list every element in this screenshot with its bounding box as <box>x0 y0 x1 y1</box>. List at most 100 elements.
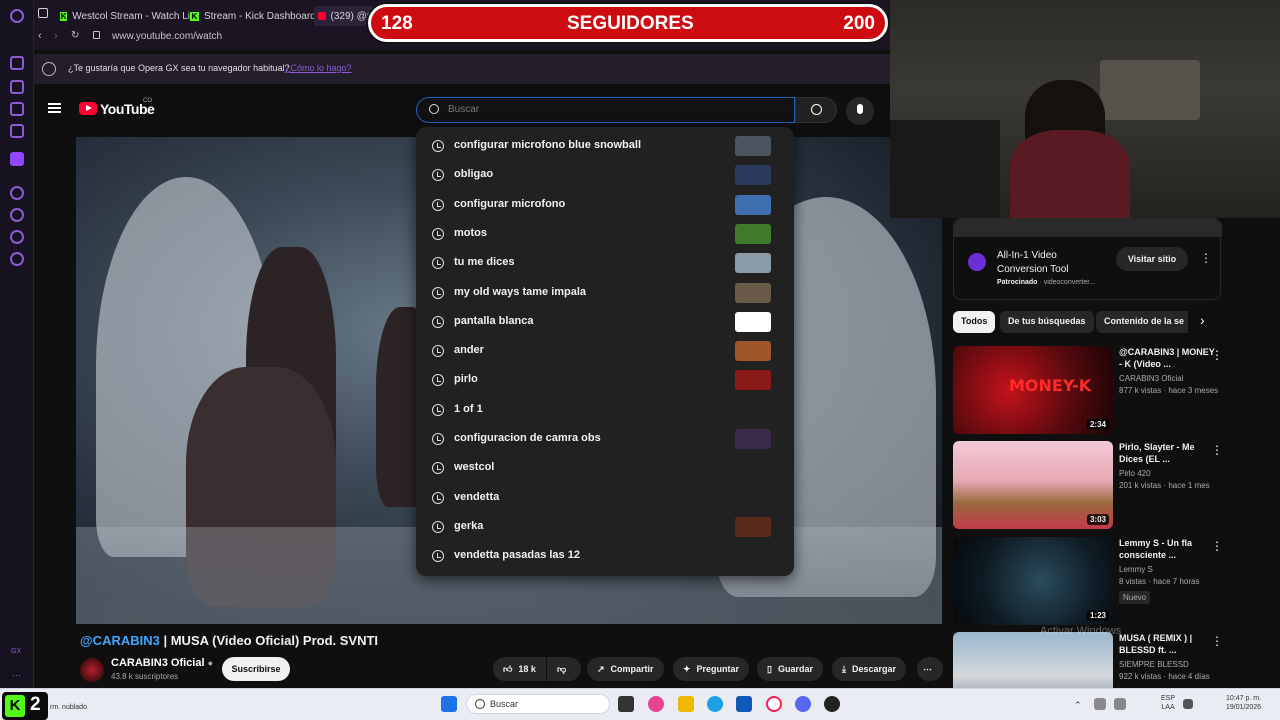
chip-todos[interactable]: Todos <box>953 311 996 333</box>
task-view-icon[interactable] <box>618 696 634 712</box>
chip-contenido[interactable]: Contenido de la se <box>1096 311 1188 333</box>
search-suggestion[interactable]: 1 of 1 <box>416 396 794 425</box>
subscribe-button[interactable]: Suscribirse <box>222 657 290 681</box>
menu-icon[interactable] <box>48 103 61 113</box>
channel-name[interactable]: CARABIN3 Oficial <box>1119 374 1183 383</box>
ad-card[interactable]: All-In-1 Video Conversion Tool Patrocina… <box>953 218 1222 300</box>
search-suggestion[interactable]: obligao <box>416 161 794 190</box>
search-suggestion[interactable]: configurar microfono blue snowball <box>416 132 794 161</box>
search-input[interactable]: Buscar <box>416 97 795 123</box>
search-suggestion[interactable]: configurar microfono <box>416 191 794 220</box>
tab-manager-icon[interactable] <box>38 8 48 18</box>
settings-icon[interactable] <box>10 252 24 266</box>
recommended-video[interactable]: MONEY-K 2:34 @CARABIN3 | MONEY - K (Video … <box>953 346 1269 434</box>
search-suggestion[interactable]: my old ways tame impala <box>416 279 794 308</box>
search-suggestion[interactable]: gerka <box>416 513 794 542</box>
forward-icon[interactable]: › <box>54 30 58 42</box>
tab-kick-dashboard[interactable]: K Stream - Kick Dashboard <box>190 6 320 26</box>
dislike-button[interactable]: 👎︎ <box>547 657 581 681</box>
search-suggestion[interactable]: vendetta pasadas las 12 <box>416 542 794 571</box>
file-explorer-icon[interactable] <box>678 696 694 712</box>
search-suggestion[interactable]: pantalla blanca <box>416 308 794 337</box>
more-actions-button[interactable]: ⋯ <box>917 657 943 681</box>
search-suggestion[interactable]: tu me dices <box>416 249 794 278</box>
recommended-video[interactable]: 3:03 Pirlo, Slayter - Me Dices (EL ... Pir… <box>953 441 1269 529</box>
back-icon[interactable]: ‹ <box>38 30 42 42</box>
video-thumbnail[interactable]: 3:03 <box>953 441 1113 529</box>
edge-icon[interactable] <box>707 696 723 712</box>
player-icon[interactable] <box>10 186 24 200</box>
video-thumbnail[interactable]: 1:23 <box>953 537 1113 625</box>
search-suggestion[interactable]: pirlo <box>416 366 794 395</box>
share-icon: ↗ <box>597 663 605 674</box>
chip-de-tus-busquedas[interactable]: De tus búsquedas <box>1000 311 1094 333</box>
sidebar-icon-1[interactable] <box>10 56 24 70</box>
more-icon[interactable]: ⋮ <box>1200 251 1212 265</box>
search-suggestion[interactable]: motos <box>416 220 794 249</box>
more-icon[interactable]: ⋮ <box>1211 539 1223 553</box>
obs-icon[interactable] <box>824 696 840 712</box>
share-button[interactable]: ↗ Compartir <box>587 657 664 681</box>
video-title-tag[interactable]: @CARABIN3 <box>80 633 160 648</box>
channel-name[interactable]: Lemmy S <box>1119 565 1153 574</box>
youtube-logo-icon[interactable] <box>79 102 97 115</box>
network-icon[interactable] <box>1183 699 1193 709</box>
tray-icon-2[interactable] <box>1114 698 1126 710</box>
more-icon[interactable]: ⋮ <box>1211 348 1223 362</box>
info-icon <box>42 62 56 76</box>
history-icon[interactable] <box>10 208 24 222</box>
opera-logo-icon[interactable] <box>10 9 24 23</box>
store-icon[interactable] <box>736 696 752 712</box>
video-title[interactable]: MUSA ( REMIX ) | BLESSD ft. ... <box>1119 632 1219 656</box>
opera-gx-icon[interactable] <box>766 696 782 712</box>
search-icon <box>475 699 485 709</box>
twitch-icon[interactable] <box>10 152 24 166</box>
copilot-icon[interactable] <box>648 696 664 712</box>
sidebar-icon-2[interactable] <box>10 80 24 94</box>
recommended-video[interactable]: 1:23 Lemmy S - Un fla consciente ... Lemmy… <box>953 537 1269 625</box>
ad-title[interactable]: All-In-1 Video Conversion Tool <box>997 249 1089 277</box>
video-duration: 3:03 <box>1086 514 1109 525</box>
search-suggestion[interactable]: westcol <box>416 454 794 483</box>
channel-name[interactable]: SIEMPRE BLESSD <box>1119 660 1189 669</box>
search-suggestion[interactable]: configuracion de camra obs <box>416 425 794 454</box>
video-title[interactable]: Lemmy S - Un fla consciente ... <box>1119 537 1219 561</box>
opera-prompt-link[interactable]: ¿Cómo lo hago? <box>285 63 352 73</box>
channel-name[interactable]: Pirlo 420 <box>1119 469 1151 478</box>
more-icon[interactable]: ⋮ <box>1211 634 1223 648</box>
chevron-up-icon[interactable]: ⌃ <box>1074 700 1082 711</box>
sidebar-icon-4[interactable] <box>10 124 24 138</box>
chevron-right-icon[interactable]: › <box>1200 312 1205 328</box>
download-button[interactable]: ⤓ Descargar <box>832 657 907 681</box>
tab-westcol[interactable]: K Westcol Stream - Watch Li <box>60 6 190 26</box>
suggestion-thumbnail <box>735 282 771 303</box>
ask-button[interactable]: ✦ Preguntar <box>673 657 750 681</box>
video-title[interactable]: @CARABIN3 | MONEY - K (Video ... <box>1119 346 1219 370</box>
search-button[interactable] <box>795 97 837 123</box>
windows-start-icon[interactable] <box>441 696 457 712</box>
url-field[interactable]: www.youtube.com/watch <box>112 31 222 42</box>
search-suggestion[interactable]: vendetta <box>416 484 794 513</box>
channel-name[interactable]: CARABIN3 Oficial ● <box>111 657 213 669</box>
tray-icon-1[interactable] <box>1094 698 1106 710</box>
search-suggestion[interactable]: ander <box>416 337 794 366</box>
taskbar-search[interactable]: Buscar <box>466 694 610 714</box>
save-button[interactable]: ▯ Guardar <box>757 657 823 681</box>
language-indicator[interactable]: ESP LAA <box>1161 694 1175 712</box>
video-thumbnail[interactable]: MONEY-K 2:34 <box>953 346 1113 434</box>
extensions-icon[interactable] <box>10 230 24 244</box>
sidebar-icon-3[interactable] <box>10 102 24 116</box>
video-title[interactable]: Pirlo, Slayter - Me Dices (EL ... <box>1119 441 1219 465</box>
more-icon[interactable]: ⋯ <box>12 670 21 681</box>
reload-icon[interactable]: ↻ <box>71 30 79 41</box>
thumbs-down-icon: 👎︎ <box>557 663 567 674</box>
history-icon <box>432 140 444 152</box>
avatar[interactable] <box>80 658 104 682</box>
voice-search-button[interactable] <box>846 97 874 125</box>
tab-youtube[interactable]: (329) @C <box>314 6 374 26</box>
more-icon[interactable]: ⋮ <box>1211 443 1223 457</box>
like-button[interactable]: 👍︎ 18 k <box>493 657 546 681</box>
clock[interactable]: 10:47 p. m. 19/01/2026 <box>1226 694 1261 712</box>
visit-site-button[interactable]: Visitar sitio <box>1116 247 1188 271</box>
discord-icon[interactable] <box>795 696 811 712</box>
